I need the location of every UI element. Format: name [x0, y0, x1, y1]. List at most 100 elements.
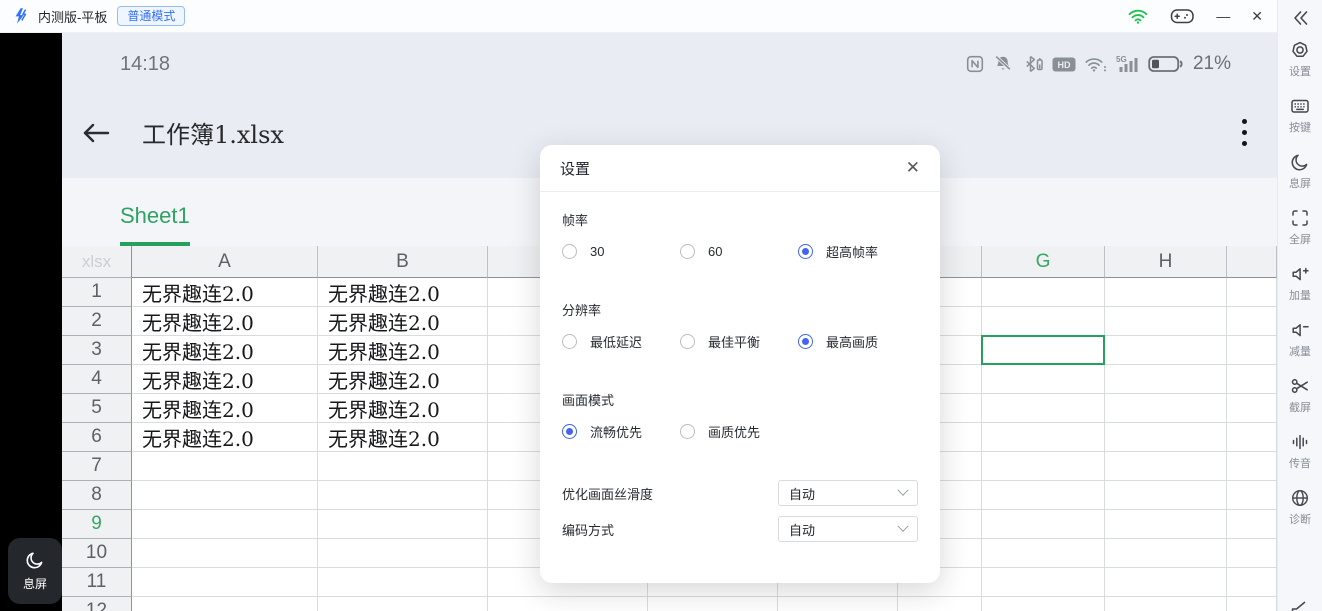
spreadsheet-cell[interactable]: 无界趣连2.0	[318, 423, 488, 452]
spreadsheet-cell[interactable]	[1227, 336, 1277, 365]
spreadsheet-cell[interactable]	[318, 452, 488, 481]
column-header[interactable]	[1227, 246, 1277, 278]
dropdown-select[interactable]: 自动	[778, 480, 918, 506]
spreadsheet-cell[interactable]	[1227, 539, 1277, 568]
spreadsheet-cell[interactable]	[132, 481, 318, 510]
spreadsheet-cell[interactable]	[1227, 452, 1277, 481]
spreadsheet-cell[interactable]	[1105, 510, 1227, 539]
tab-sheet1[interactable]: Sheet1	[120, 203, 190, 246]
radio-option[interactable]: 流畅优先	[562, 422, 680, 441]
spreadsheet-cell[interactable]	[318, 597, 488, 611]
gamepad-icon[interactable]	[1170, 7, 1195, 25]
spreadsheet-cell[interactable]	[982, 539, 1105, 568]
spreadsheet-cell[interactable]	[132, 510, 318, 539]
spreadsheet-cell[interactable]	[318, 568, 488, 597]
spreadsheet-cell[interactable]	[1227, 278, 1277, 307]
back-arrow-icon[interactable]	[80, 120, 112, 146]
spreadsheet-cell[interactable]: 无界趣连2.0	[318, 307, 488, 336]
spreadsheet-cell[interactable]	[1105, 539, 1227, 568]
spreadsheet-cell[interactable]	[132, 597, 318, 611]
sidebar-item-screenshot[interactable]: 截屏	[1289, 376, 1311, 415]
spreadsheet-cell[interactable]	[488, 597, 648, 611]
spreadsheet-cell[interactable]	[982, 278, 1105, 307]
spreadsheet-cell[interactable]	[1227, 481, 1277, 510]
column-header[interactable]: B	[318, 246, 488, 278]
sidebar-item-keys[interactable]: 按键	[1289, 96, 1311, 135]
spreadsheet-cell[interactable]	[132, 568, 318, 597]
spreadsheet-cell[interactable]	[1105, 423, 1227, 452]
radio-option[interactable]: 最佳平衡	[680, 332, 798, 351]
spreadsheet-cell[interactable]: 无界趣连2.0	[132, 336, 318, 365]
sidebar-item-screen-off[interactable]: 息屏	[1289, 152, 1311, 191]
spreadsheet-cell[interactable]	[1105, 568, 1227, 597]
spreadsheet-cell[interactable]	[1105, 365, 1227, 394]
spreadsheet-cell[interactable]: 无界趣连2.0	[132, 394, 318, 423]
spreadsheet-cell[interactable]	[1227, 365, 1277, 394]
spreadsheet-cell[interactable]	[318, 510, 488, 539]
spreadsheet-cell[interactable]	[1227, 510, 1277, 539]
sidebar-item-volume-up[interactable]: 加量	[1289, 264, 1311, 303]
spreadsheet-cell[interactable]	[1227, 394, 1277, 423]
row-header[interactable]: 6	[62, 423, 132, 452]
spreadsheet-cell[interactable]	[1105, 597, 1227, 611]
spreadsheet-cell[interactable]: 无界趣连2.0	[132, 278, 318, 307]
spreadsheet-cell[interactable]	[982, 597, 1105, 611]
spreadsheet-cell[interactable]	[1105, 336, 1227, 365]
minimize-button[interactable]: —	[1216, 9, 1230, 23]
spreadsheet-cell[interactable]	[982, 481, 1105, 510]
spreadsheet-cell[interactable]	[1105, 394, 1227, 423]
spreadsheet-cell[interactable]	[778, 597, 898, 611]
spreadsheet-cell[interactable]: 无界趣连2.0	[318, 365, 488, 394]
corner-cell[interactable]: xlsx	[62, 246, 132, 278]
spreadsheet-cell[interactable]	[898, 597, 982, 611]
row-header[interactable]: 4	[62, 365, 132, 394]
close-button[interactable]: ✕	[1251, 9, 1263, 23]
spreadsheet-cell[interactable]	[132, 539, 318, 568]
sidebar-item-volume-down[interactable]: 减量	[1289, 320, 1311, 359]
radio-option[interactable]: 最高画质	[798, 332, 916, 351]
spreadsheet-cell[interactable]	[982, 394, 1105, 423]
column-header[interactable]: G	[982, 246, 1105, 278]
spreadsheet-cell[interactable]	[1227, 423, 1277, 452]
row-header[interactable]: 2	[62, 307, 132, 336]
spreadsheet-cell[interactable]	[1105, 307, 1227, 336]
column-header[interactable]: H	[1105, 246, 1227, 278]
sidebar-item-diagnosis[interactable]: 诊断	[1289, 488, 1311, 527]
row-header[interactable]: 11	[62, 568, 132, 597]
spreadsheet-cell[interactable]: 无界趣连2.0	[318, 278, 488, 307]
spreadsheet-cell[interactable]	[318, 539, 488, 568]
spreadsheet-cell[interactable]	[982, 423, 1105, 452]
radio-option[interactable]: 30	[562, 242, 680, 261]
spreadsheet-cell[interactable]	[982, 452, 1105, 481]
collapse-sidebar-icon[interactable]	[1289, 8, 1311, 28]
spreadsheet-cell[interactable]	[982, 568, 1105, 597]
spreadsheet-cell[interactable]: 无界趣连2.0	[132, 365, 318, 394]
spreadsheet-cell[interactable]	[132, 452, 318, 481]
spreadsheet-cell[interactable]	[318, 481, 488, 510]
row-header[interactable]: 10	[62, 539, 132, 568]
dialog-close-icon[interactable]: ✕	[906, 158, 920, 178]
spreadsheet-cell[interactable]	[982, 510, 1105, 539]
row-header[interactable]: 5	[62, 394, 132, 423]
spreadsheet-cell[interactable]: 无界趣连2.0	[132, 423, 318, 452]
column-header[interactable]: A	[132, 246, 318, 278]
sidebar-item-audio[interactable]: 传音	[1289, 432, 1311, 471]
spreadsheet-cell[interactable]	[1227, 568, 1277, 597]
spreadsheet-cell[interactable]	[1227, 597, 1277, 611]
spreadsheet-cell[interactable]: 无界趣连2.0	[318, 394, 488, 423]
more-menu-icon[interactable]	[1242, 119, 1247, 146]
dropdown-select[interactable]: 自动	[778, 516, 918, 542]
row-header[interactable]: 9	[62, 510, 132, 539]
spreadsheet-cell[interactable]	[1105, 481, 1227, 510]
row-header[interactable]: 7	[62, 452, 132, 481]
radio-option[interactable]: 最低延迟	[562, 332, 680, 351]
spreadsheet-cell[interactable]	[1105, 452, 1227, 481]
sidebar-item-fullscreen[interactable]: 全屏	[1289, 208, 1311, 247]
row-header[interactable]: 1	[62, 278, 132, 307]
spreadsheet-cell[interactable]	[1227, 307, 1277, 336]
spreadsheet-cell[interactable]: 无界趣连2.0	[132, 307, 318, 336]
row-header[interactable]: 3	[62, 336, 132, 365]
screen-off-button[interactable]: 息屏	[8, 538, 62, 604]
spreadsheet-cell[interactable]	[982, 307, 1105, 336]
radio-option[interactable]: 60	[680, 242, 798, 261]
